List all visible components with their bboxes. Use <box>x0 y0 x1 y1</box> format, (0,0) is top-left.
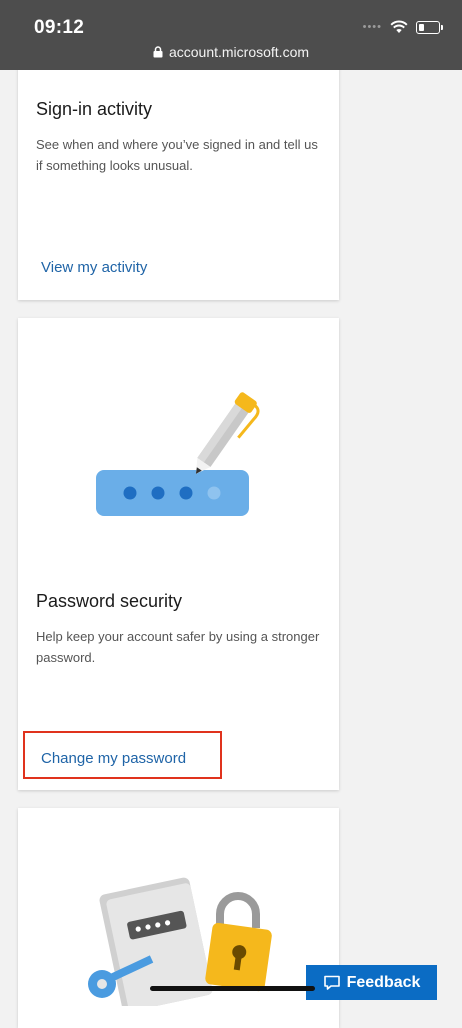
address-bar[interactable]: account.microsoft.com <box>0 44 462 60</box>
card-title: Password security <box>36 591 183 611</box>
wifi-icon <box>390 20 408 33</box>
home-indicator[interactable] <box>150 986 315 991</box>
change-my-password-link[interactable]: Change my password <box>41 750 186 767</box>
card-description: Help keep your account safer by using a … <box>36 629 320 665</box>
device-security-card <box>18 808 339 1028</box>
card-title: Sign-in activity <box>36 99 153 119</box>
password-security-card: Password security Help keep your account… <box>18 318 339 790</box>
view-my-activity-link[interactable]: View my activity <box>41 259 147 276</box>
password-pen-illustration <box>96 392 260 516</box>
feedback-button[interactable]: Feedback <box>306 965 437 1000</box>
device-lock-key-illustration <box>88 877 272 1006</box>
browser-top-bar: 09:12 •••• account.microsoft.com <box>0 0 462 70</box>
sign-in-activity-card: Sign-in activity See when and where you’… <box>18 50 339 300</box>
comment-icon <box>323 975 340 990</box>
signal-icon: •••• <box>362 21 382 33</box>
battery-icon <box>416 20 443 34</box>
status-time: 09:12 <box>34 17 85 38</box>
lock-icon <box>153 46 163 58</box>
status-icons: •••• <box>362 20 443 34</box>
url-text: account.microsoft.com <box>168 44 310 60</box>
card-description: See when and where you’ve signed in and … <box>36 137 318 173</box>
feedback-label: Feedback <box>346 973 421 991</box>
